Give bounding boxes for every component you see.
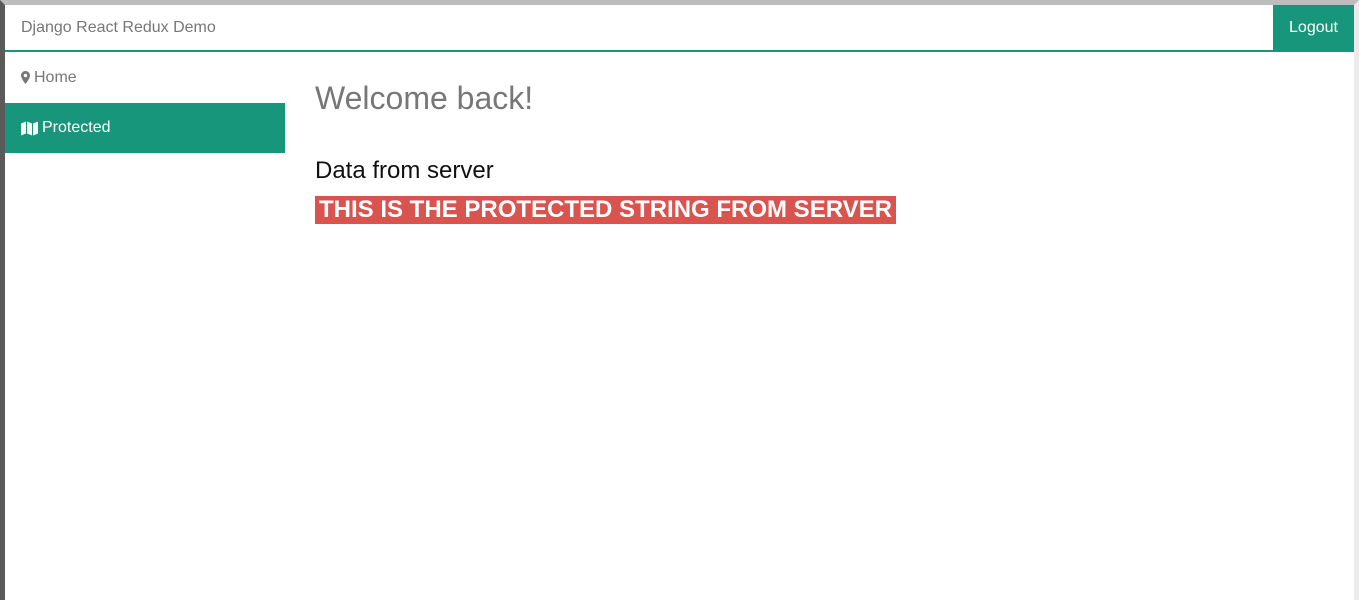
top-navbar: Django React Redux Demo Logout xyxy=(5,5,1354,52)
protected-string-badge: THIS IS THE PROTECTED STRING FROM SERVER xyxy=(315,196,896,224)
sidebar-item-label: Protected xyxy=(42,119,111,136)
welcome-heading: Welcome back! xyxy=(315,80,534,116)
sidebar-item-protected[interactable]: Protected xyxy=(5,103,285,153)
map-marker-icon xyxy=(21,71,30,84)
sidebar-item-label: Home xyxy=(34,68,77,86)
app-brand[interactable]: Django React Redux Demo xyxy=(21,5,216,50)
data-from-server-heading: Data from server xyxy=(315,157,494,184)
logout-button[interactable]: Logout xyxy=(1273,5,1354,52)
map-icon xyxy=(21,121,38,136)
sidebar: Home Protected xyxy=(5,52,285,153)
sidebar-item-home[interactable]: Home xyxy=(5,52,285,103)
